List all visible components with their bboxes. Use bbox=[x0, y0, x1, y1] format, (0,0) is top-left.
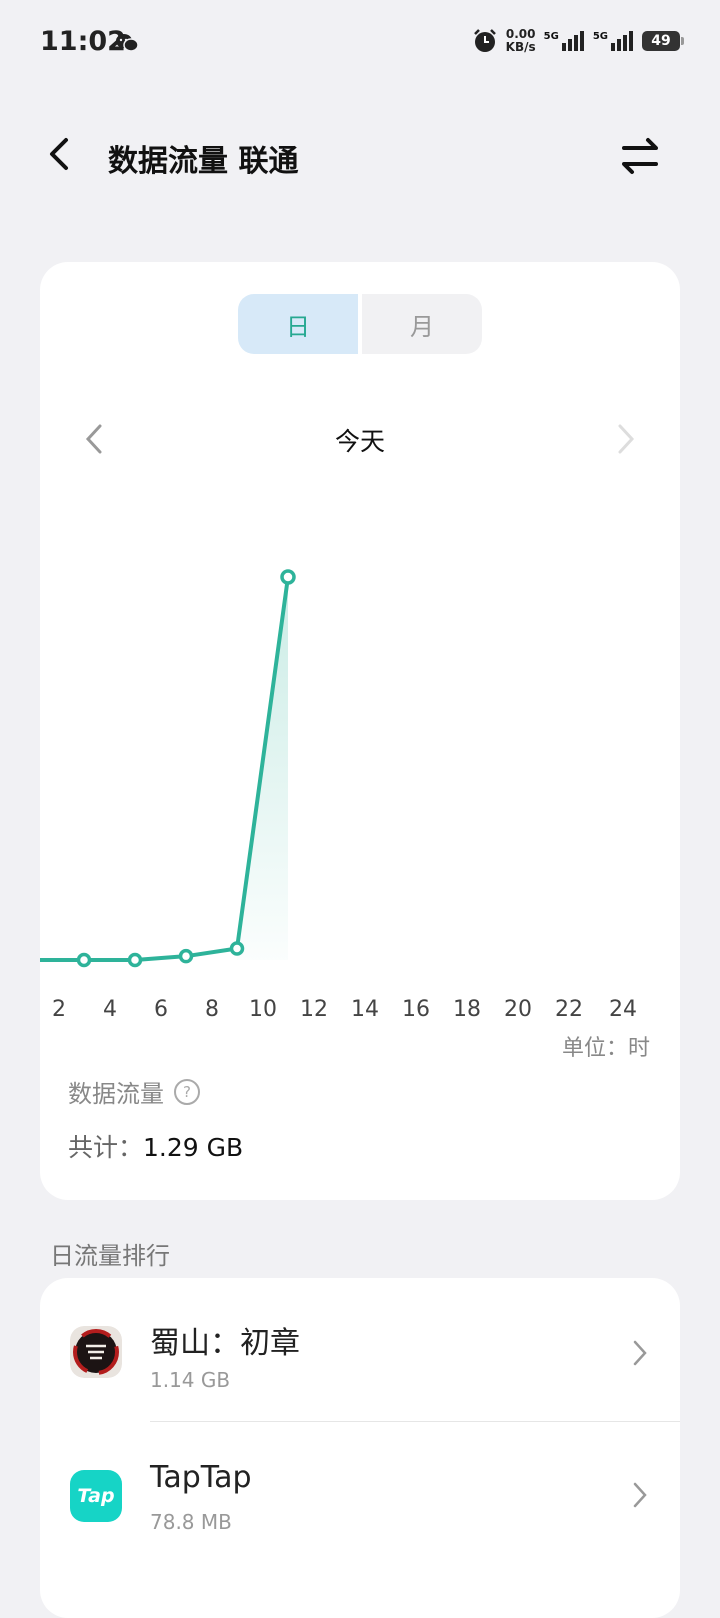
chevron-right-icon bbox=[633, 1340, 647, 1366]
x-tick-label: 24 bbox=[609, 997, 637, 1022]
sim1-network-type: 5G bbox=[543, 31, 559, 42]
network-speed: 0.00 KB/s bbox=[506, 28, 536, 54]
ranking-title: 日流量排行 bbox=[50, 1242, 170, 1270]
x-tick-label: 10 bbox=[249, 997, 277, 1022]
app-ranking-list: 蜀山：初章 1.14 GB Tap TapTap 78.8 MB bbox=[40, 1278, 680, 1618]
data-usage-label: 数据流量 ? bbox=[68, 1074, 200, 1109]
battery-indicator: 49 bbox=[642, 31, 684, 51]
summary-label-text: 数据流量 bbox=[68, 1080, 164, 1108]
wechat-icon bbox=[116, 34, 139, 52]
app-usage: 78.8 MB bbox=[150, 1510, 232, 1534]
x-tick-label: 20 bbox=[504, 997, 532, 1022]
taptap-logo-text: Tap bbox=[77, 1485, 115, 1507]
x-tick-label: 2 bbox=[52, 997, 66, 1022]
battery-level: 49 bbox=[651, 33, 671, 49]
unit-label: 单位：时 bbox=[561, 1036, 650, 1061]
x-tick-label: 12 bbox=[300, 997, 328, 1022]
x-tick-label: 22 bbox=[555, 997, 583, 1022]
sim2-signal: 5G bbox=[593, 31, 634, 51]
help-icon[interactable]: ? bbox=[174, 1078, 200, 1105]
status-time: 11:02 bbox=[40, 26, 126, 57]
list-item-app[interactable]: Tap TapTap 78.8 MB bbox=[40, 1422, 680, 1564]
signal-bars-icon bbox=[561, 31, 584, 51]
list-item-app[interactable]: 蜀山：初章 1.14 GB bbox=[40, 1278, 680, 1420]
app-name: 蜀山：初章 bbox=[150, 1326, 300, 1361]
x-tick-label: 8 bbox=[205, 997, 219, 1022]
usage-line-chart bbox=[40, 569, 296, 968]
alarm-icon bbox=[473, 29, 496, 52]
data-point[interactable] bbox=[178, 948, 194, 964]
total-prefix: 共计： bbox=[68, 1133, 144, 1162]
x-tick-label: 14 bbox=[351, 997, 379, 1022]
speed-unit: KB/s bbox=[505, 40, 536, 54]
app-usage: 1.14 GB bbox=[150, 1368, 231, 1392]
chevron-right-icon bbox=[633, 1482, 647, 1508]
shushan-app-icon bbox=[70, 1326, 122, 1378]
data-point[interactable] bbox=[127, 952, 143, 968]
x-tick-label: 6 bbox=[154, 997, 168, 1022]
page-title: 数据流量 联通 bbox=[108, 144, 299, 179]
sim1-signal: 5G bbox=[544, 31, 585, 51]
app-header: 数据流量 联通 bbox=[0, 120, 720, 200]
taptap-app-icon: Tap bbox=[70, 1470, 122, 1522]
total-value: 1.29 GB bbox=[143, 1133, 244, 1162]
x-tick-label: 4 bbox=[103, 997, 117, 1022]
switch-sim-icon[interactable] bbox=[618, 134, 662, 178]
sim2-network-type: 5G bbox=[592, 31, 608, 42]
data-point[interactable] bbox=[229, 941, 245, 956]
back-icon[interactable] bbox=[40, 134, 80, 174]
data-point[interactable] bbox=[76, 952, 92, 968]
usage-card: 日 月 今天 2 4 6 8 10 12 14 16 18 20 22 24 单位：时 数据流量 ? … bbox=[40, 262, 680, 1200]
app-name: TapTap bbox=[150, 1460, 252, 1495]
x-tick-label: 16 bbox=[402, 997, 430, 1022]
signal-bars-icon bbox=[611, 31, 633, 51]
x-tick-label: 18 bbox=[453, 997, 481, 1022]
data-point[interactable] bbox=[280, 569, 296, 585]
total-usage: 共计：1.29 GB bbox=[68, 1128, 243, 1164]
status-bar: 11:02 0.00 KB/s 5G 5G 49 bbox=[0, 0, 720, 90]
